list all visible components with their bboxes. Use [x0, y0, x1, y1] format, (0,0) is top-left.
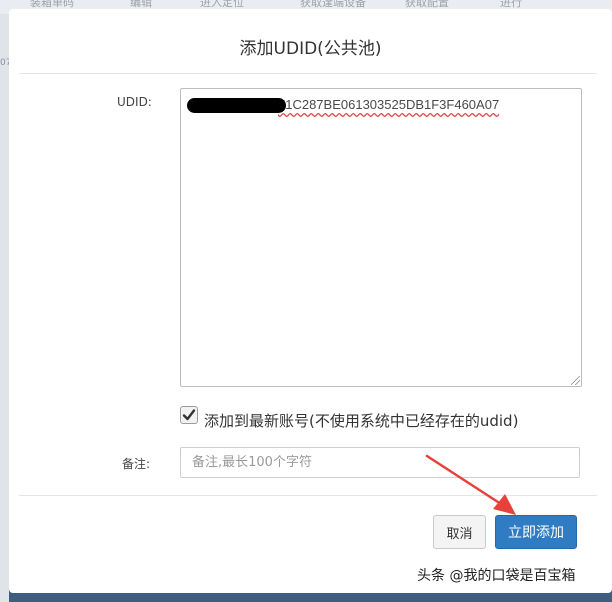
- resize-handle-icon[interactable]: [571, 376, 580, 385]
- cancel-button[interactable]: 取消: [433, 515, 486, 549]
- note-input[interactable]: [180, 447, 580, 478]
- add-now-button[interactable]: 立即添加: [495, 515, 577, 549]
- header-divider: [19, 73, 597, 74]
- add-udid-dialog: 添加UDID(公共池) UDID: 71C287BE061303525DB1F3…: [9, 9, 612, 593]
- udid-value: 71C287BE061303525DB1F3F460A07: [278, 97, 500, 112]
- udid-textarea[interactable]: 71C287BE061303525DB1F3F460A07: [180, 88, 582, 387]
- watermark-text: 头条 @我的口袋是百宝箱: [417, 568, 576, 584]
- checkmark-icon: [182, 409, 196, 421]
- latest-account-label[interactable]: 添加到最新账号(不使用系统中已经存在的udid): [204, 410, 518, 431]
- redaction-mark: [187, 98, 286, 113]
- udid-label: UDID:: [117, 95, 152, 109]
- background-sidebar: 07: [0, 14, 11, 602]
- latest-account-checkbox[interactable]: [180, 406, 198, 424]
- dialog-title: 添加UDID(公共池): [239, 39, 382, 59]
- annotation-arrow-icon: [425, 454, 516, 515]
- note-label: 备注:: [122, 457, 151, 471]
